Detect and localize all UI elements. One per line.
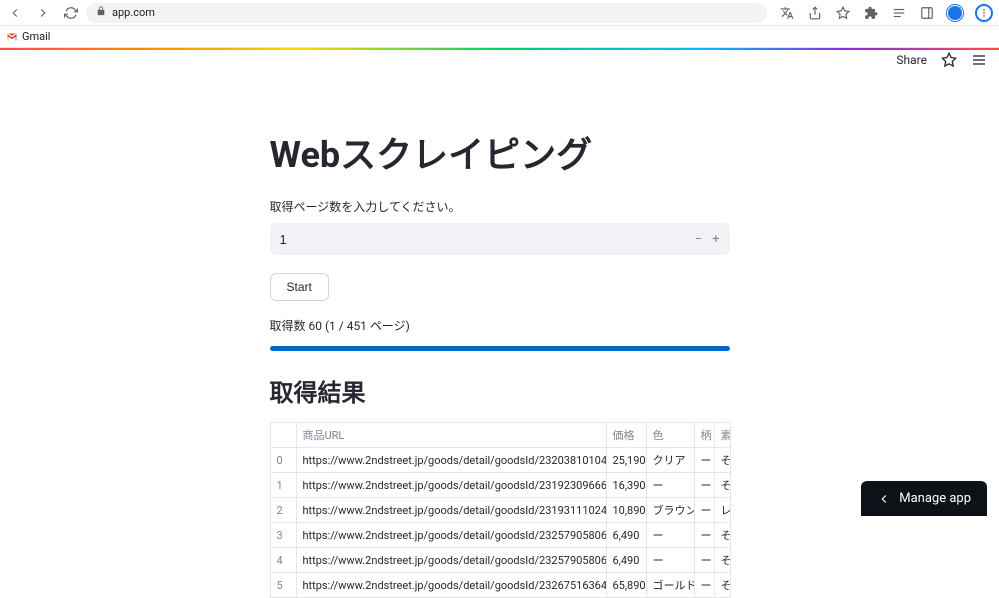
lock-icon: [96, 6, 106, 19]
url-text: app.com: [112, 6, 155, 19]
forward-button[interactable]: [34, 4, 52, 22]
cell-url: https://www.2ndstreet.jp/goods/detail/go…: [296, 523, 606, 548]
side-panel-icon[interactable]: [919, 5, 935, 21]
cell-material: そ: [714, 573, 730, 598]
table-header-row: 商品URL 価格 色 柄 素: [270, 423, 730, 448]
cell-pattern: ー: [694, 473, 714, 498]
page-count-input[interactable]: − +: [270, 223, 730, 255]
cell-url: https://www.2ndstreet.jp/goods/detail/go…: [296, 448, 606, 473]
share-link[interactable]: Share: [896, 53, 927, 67]
app-header: Share: [0, 52, 999, 68]
extensions-icon[interactable]: [863, 5, 879, 21]
cell-material: そ: [714, 473, 730, 498]
cell-price: 16,390: [606, 473, 646, 498]
cell-price: 65,890: [606, 573, 646, 598]
instruction-text: 取得ページ数を入力してください。: [270, 198, 730, 215]
decrement-button[interactable]: −: [695, 232, 702, 247]
progress-text: 取得数 60 (1 / 451 ページ): [270, 317, 730, 334]
reload-button[interactable]: [62, 4, 80, 22]
cell-color: ブラウン: [646, 498, 694, 523]
cell-pattern: ー: [694, 448, 714, 473]
manage-app-button[interactable]: Manage app: [861, 481, 987, 516]
cell-pattern: ー: [694, 573, 714, 598]
cell-color: ゴールド: [646, 573, 694, 598]
bookmarks-bar: Gmail: [0, 26, 999, 48]
increment-button[interactable]: +: [712, 232, 719, 247]
translate-icon[interactable]: [779, 5, 795, 21]
cell-material: そ: [714, 523, 730, 548]
profile-avatar[interactable]: [947, 5, 963, 21]
cell-index: 0: [270, 448, 296, 473]
cell-color: ー: [646, 523, 694, 548]
cell-index: 1: [270, 473, 296, 498]
cell-index: 2: [270, 498, 296, 523]
cell-material: レ: [714, 498, 730, 523]
cell-color: クリア: [646, 448, 694, 473]
gmail-icon: [6, 31, 18, 43]
cell-index: 3: [270, 523, 296, 548]
number-input-field[interactable]: [280, 232, 695, 247]
cell-color: ー: [646, 473, 694, 498]
back-button[interactable]: [6, 4, 24, 22]
cell-material: そ: [714, 448, 730, 473]
cell-material: そ: [714, 548, 730, 573]
cell-index: 4: [270, 548, 296, 573]
cell-index: 5: [270, 573, 296, 598]
bookmark-gmail[interactable]: Gmail: [6, 30, 50, 43]
bookmark-star-icon[interactable]: [835, 5, 851, 21]
browser-toolbar: app.com: [0, 0, 999, 26]
cell-pattern: ー: [694, 548, 714, 573]
table-row[interactable]: 1https://www.2ndstreet.jp/goods/detail/g…: [270, 473, 730, 498]
table-row[interactable]: 4https://www.2ndstreet.jp/goods/detail/g…: [270, 548, 730, 573]
col-color: 色: [646, 423, 694, 448]
cell-pattern: ー: [694, 498, 714, 523]
col-pattern: 柄: [694, 423, 714, 448]
bookmark-label: Gmail: [22, 30, 50, 43]
chevron-left-icon: [877, 492, 891, 506]
share-icon[interactable]: [807, 5, 823, 21]
col-index: [270, 423, 296, 448]
cell-price: 6,490: [606, 523, 646, 548]
page-title: Webスクレイピング: [270, 126, 730, 178]
table-row[interactable]: 3https://www.2ndstreet.jp/goods/detail/g…: [270, 523, 730, 548]
col-material: 素: [714, 423, 730, 448]
results-title: 取得結果: [270, 373, 730, 408]
cell-pattern: ー: [694, 523, 714, 548]
col-price: 価格: [606, 423, 646, 448]
cell-url: https://www.2ndstreet.jp/goods/detail/go…: [296, 498, 606, 523]
table-row[interactable]: 0https://www.2ndstreet.jp/goods/detail/g…: [270, 448, 730, 473]
address-bar[interactable]: app.com: [86, 3, 767, 23]
main-content: Webスクレイピング 取得ページ数を入力してください。 − + Start 取得…: [270, 68, 730, 598]
cell-price: 10,890: [606, 498, 646, 523]
cell-url: https://www.2ndstreet.jp/goods/detail/go…: [296, 548, 606, 573]
table-row[interactable]: 2https://www.2ndstreet.jp/goods/detail/g…: [270, 498, 730, 523]
cell-price: 6,490: [606, 548, 646, 573]
cell-url: https://www.2ndstreet.jp/goods/detail/go…: [296, 573, 606, 598]
results-table: 商品URL 価格 色 柄 素 0https://www.2ndstreet.jp…: [270, 422, 731, 598]
more-menu-button[interactable]: [975, 4, 993, 22]
table-row[interactable]: 5https://www.2ndstreet.jp/goods/detail/g…: [270, 573, 730, 598]
cell-color: ー: [646, 548, 694, 573]
start-button[interactable]: Start: [270, 273, 329, 301]
favorite-star-icon[interactable]: [941, 52, 957, 68]
cell-price: 25,190: [606, 448, 646, 473]
reading-list-icon[interactable]: [891, 5, 907, 21]
gradient-divider: [0, 48, 999, 50]
cell-url: https://www.2ndstreet.jp/goods/detail/go…: [296, 473, 606, 498]
col-url: 商品URL: [296, 423, 606, 448]
hamburger-menu-icon[interactable]: [971, 52, 987, 68]
manage-app-label: Manage app: [899, 491, 971, 506]
progress-bar: [270, 346, 730, 351]
